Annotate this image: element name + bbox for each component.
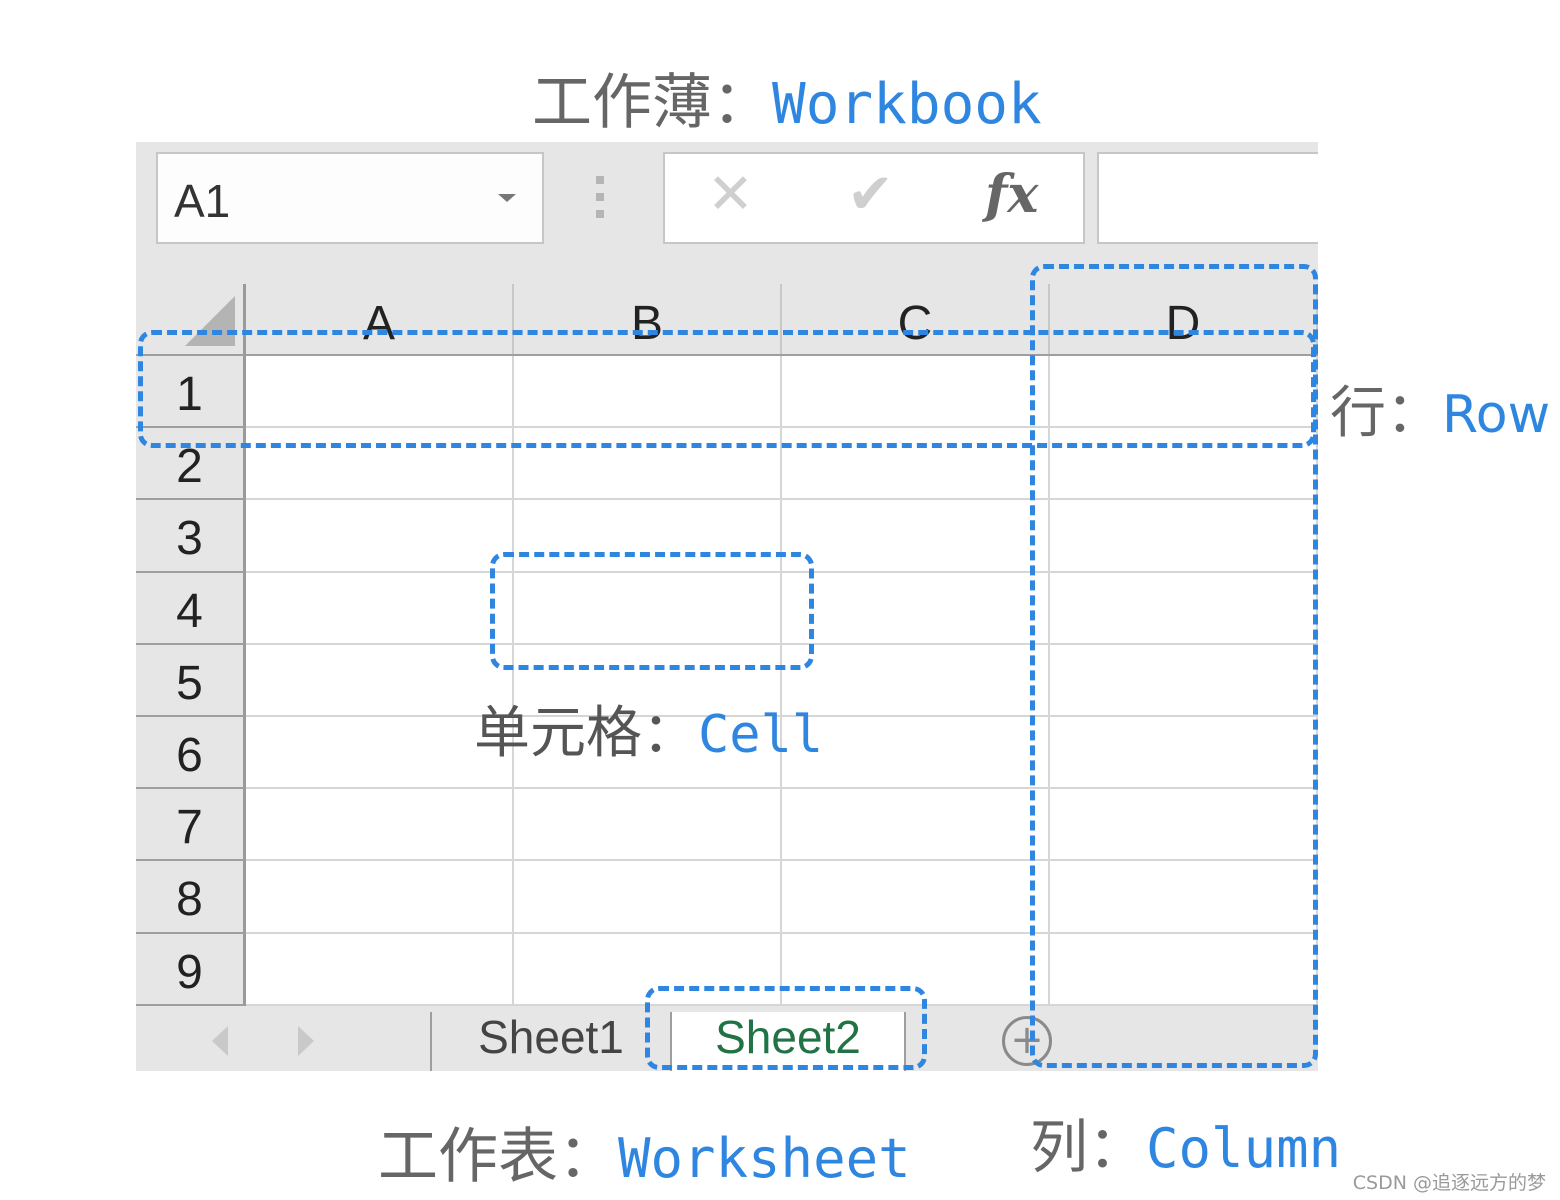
- cell-D1[interactable]: [1050, 356, 1318, 429]
- scroll-left-icon[interactable]: [212, 1026, 228, 1056]
- row-header-1[interactable]: 1: [136, 356, 246, 429]
- cell-C7[interactable]: [782, 789, 1050, 862]
- column-header-a[interactable]: A: [246, 284, 514, 356]
- sheet-tab-bar: Sheet1 Sheet2 +: [136, 1012, 1318, 1071]
- scroll-right-icon[interactable]: [298, 1026, 314, 1056]
- worksheet-sep: ：: [558, 1122, 618, 1192]
- row-annotation: 行：Row: [1330, 368, 1550, 449]
- cell-C9[interactable]: [782, 933, 1050, 1006]
- cell-C8[interactable]: [782, 861, 1050, 934]
- row-header-5[interactable]: 5: [136, 644, 246, 717]
- cell-A9[interactable]: [246, 933, 514, 1006]
- cell-B4[interactable]: [514, 572, 782, 645]
- row-header-3[interactable]: 3: [136, 500, 246, 573]
- cell-D2[interactable]: [1050, 428, 1318, 501]
- add-sheet-button[interactable]: +: [1002, 1016, 1052, 1066]
- cell-A7[interactable]: [246, 789, 514, 862]
- cell-D4[interactable]: [1050, 572, 1318, 645]
- column-label-cn: 列: [1030, 1113, 1089, 1181]
- formula-buttons: ✕ ✔ fx: [663, 152, 1085, 244]
- row-sep: ：: [1386, 381, 1442, 446]
- workbook-label-cn: 工作薄: [532, 68, 712, 138]
- column-header-c[interactable]: C: [782, 284, 1050, 356]
- cell-label-en: Cell: [698, 705, 824, 765]
- column-label-en: Column: [1146, 1117, 1342, 1180]
- cell-B2[interactable]: [514, 428, 782, 501]
- cell-D5[interactable]: [1050, 644, 1318, 717]
- cell-annotation: 单元格：Cell: [474, 688, 823, 769]
- cell-C3[interactable]: [782, 500, 1050, 573]
- workbook-label-en: Workbook: [772, 72, 1042, 137]
- cell-B1[interactable]: [514, 356, 782, 429]
- cell-D8[interactable]: [1050, 861, 1318, 934]
- cell-label-cn: 单元格: [474, 701, 642, 766]
- row-header-6[interactable]: 6: [136, 717, 246, 790]
- select-all-button[interactable]: [136, 284, 246, 356]
- workbook-sep: ：: [712, 68, 772, 138]
- sheet-tab-sheet2[interactable]: Sheet2: [670, 1012, 906, 1071]
- workbook-annotation: 工作薄：Workbook: [532, 54, 1042, 141]
- sheet-tab-sheet1[interactable]: Sheet1: [430, 1012, 670, 1071]
- cell-A2[interactable]: [246, 428, 514, 501]
- cell-A3[interactable]: [246, 500, 514, 573]
- function-icon[interactable]: fx: [985, 164, 1038, 225]
- column-header-b[interactable]: B: [514, 284, 782, 356]
- sheet-grid: A B C D 123456789: [136, 284, 1318, 1014]
- grip-handle-icon[interactable]: [596, 176, 606, 220]
- select-all-triangle-icon: [185, 296, 235, 346]
- worksheet-label-cn: 工作表: [378, 1122, 558, 1192]
- check-icon[interactable]: ✔: [847, 162, 894, 227]
- cancel-icon[interactable]: ✕: [707, 162, 754, 227]
- excel-window: A1 ✕ ✔ fx A B C D 123456789 Sheet1 Sheet…: [136, 142, 1318, 1071]
- worksheet-annotation: 工作表：Worksheet: [378, 1108, 911, 1195]
- watermark: CSDN @追逐远方的梦: [1352, 1172, 1546, 1194]
- worksheet-label-en: Worksheet: [618, 1127, 911, 1190]
- cell-B9[interactable]: [514, 933, 782, 1006]
- cell-C2[interactable]: [782, 428, 1050, 501]
- cell-B7[interactable]: [514, 789, 782, 862]
- row-header-2[interactable]: 2: [136, 428, 246, 501]
- row-label-en: Row: [1442, 385, 1551, 445]
- cell-A4[interactable]: [246, 572, 514, 645]
- row-label-cn: 行: [1330, 381, 1386, 446]
- row-header-9[interactable]: 9: [136, 933, 246, 1006]
- formula-input[interactable]: [1097, 152, 1318, 244]
- row-header-8[interactable]: 8: [136, 861, 246, 934]
- row-header-7[interactable]: 7: [136, 789, 246, 862]
- cell-D6[interactable]: [1050, 717, 1318, 790]
- row-header-4[interactable]: 4: [136, 572, 246, 645]
- cell-D7[interactable]: [1050, 789, 1318, 862]
- cell-C1[interactable]: [782, 356, 1050, 429]
- column-header-d[interactable]: D: [1050, 284, 1318, 356]
- cell-D3[interactable]: [1050, 500, 1318, 573]
- column-annotation: 列：Column: [1030, 1100, 1341, 1184]
- name-box-value: A1: [174, 175, 231, 227]
- cell-A8[interactable]: [246, 861, 514, 934]
- name-box[interactable]: A1: [156, 152, 544, 244]
- cell-A1[interactable]: [246, 356, 514, 429]
- cell-B3[interactable]: [514, 500, 782, 573]
- cell-sep: ：: [642, 701, 698, 766]
- chevron-down-icon[interactable]: [498, 194, 516, 202]
- column-sep: ：: [1088, 1113, 1147, 1181]
- cell-C4[interactable]: [782, 572, 1050, 645]
- cell-D9[interactable]: [1050, 933, 1318, 1006]
- cell-B8[interactable]: [514, 861, 782, 934]
